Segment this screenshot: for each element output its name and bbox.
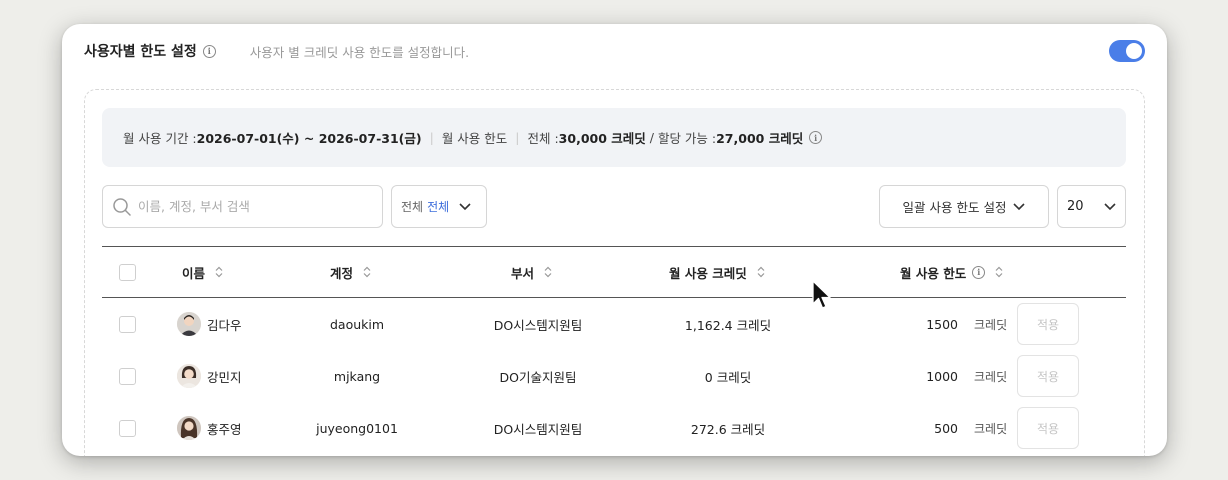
info-icon[interactable]: i [972,265,986,279]
user-credits: 0 크레딧 [704,369,752,385]
slash-separator: / [645,130,658,145]
limit-value-cell[interactable]: 1500 [898,298,958,350]
limit-unit: 크레딧 [974,317,1008,332]
search-box[interactable] [102,185,383,228]
row-select-cell [119,402,136,454]
name-cell: 홍주영 [177,402,242,454]
select-all-cell [119,247,136,297]
filter-label: 전체 [401,200,424,214]
select-all-checkbox[interactable] [119,263,136,281]
status-filter-dropdown[interactable]: 전체 전체 [391,185,487,228]
row-select-cell [119,350,136,402]
search-icon [113,197,131,216]
column-account-label: 계정 [330,265,354,281]
limit-value[interactable]: 1000 [926,369,958,384]
sort-icon[interactable] [757,266,765,278]
summary-bar: 월 사용 기간 : 2026-07-01(수) ~ 2026-07-31(금) … [102,108,1126,167]
apply-button[interactable]: 적용 [1017,303,1079,345]
limit-unit: 크레딧 [974,421,1008,436]
limit-value[interactable]: 500 [934,421,958,436]
row-checkbox[interactable] [119,315,136,333]
limit-label: 월 사용 한도 [441,131,508,146]
user-limit-card: 사용자별 한도 설정 i 사용자 별 크레딧 사용 한도를 설정합니다. 월 사… [62,24,1167,456]
page-size-select[interactable]: 20 [1057,185,1126,228]
section-description: 사용자 별 크레딧 사용 한도를 설정합니다. [249,44,470,60]
column-name-label: 이름 [182,265,206,281]
column-monthly-limit-label: 월 사용 한도 [900,265,967,281]
table-row: 김다우 daoukim DO시스템지원팀 1,162.4 크레딧 1500 크레… [102,298,1126,350]
user-department: DO시스템지원팀 [493,317,583,333]
column-account[interactable]: 계정 [330,247,371,297]
user-account: juyeong0101 [316,420,398,436]
column-department[interactable]: 부서 [511,247,552,297]
filter-value: 전체 [427,200,450,214]
user-name: 강민지 [207,369,242,385]
limit-value-cell[interactable]: 1000 [898,350,958,402]
total-label: 전체 : [527,131,559,146]
mouse-cursor-icon [812,280,831,309]
limit-unit-cell: 크레딧 [974,298,1007,350]
search-input[interactable] [138,199,358,214]
bulk-limit-label: 일괄 사용 한도 설정 [902,200,1007,215]
user-name: 김다우 [207,317,242,333]
avatar [177,312,201,336]
table-row: 홍주영 juyeong0101 DO시스템지원팀 272.6 크레딧 500 크… [102,402,1126,454]
user-account: mjkang [333,368,381,384]
assignable-label: 할당 가능 : [657,131,717,146]
row-checkbox[interactable] [119,419,136,437]
name-cell: 강민지 [177,350,242,402]
sort-icon[interactable] [544,266,552,278]
info-icon[interactable]: i [809,131,823,144]
toggle-knob [1126,43,1142,59]
period-label: 월 사용 기간 : [123,131,197,146]
user-credits: 1,162.4 크레딧 [684,317,772,333]
table-header: 이름 계정 부서 월 사용 크레딧 월 사용 한도 i [102,246,1126,298]
user-credits: 272.6 크레딧 [690,421,766,437]
column-name[interactable]: 이름 [182,247,223,297]
limit-toggle[interactable] [1109,40,1145,62]
table-row: 강민지 mjkang DO기술지원팀 0 크레딧 1000 크레딧 적용 [102,350,1126,402]
period-value: 2026-07-01(수) ~ 2026-07-31(금) [196,131,422,146]
limit-unit-cell: 크레딧 [974,350,1007,402]
avatar [177,364,201,388]
limit-unit: 크레딧 [974,369,1008,384]
limit-value-cell[interactable]: 500 [898,402,958,454]
user-name: 홍주영 [207,421,242,437]
total-value: 30,000 크레딧 [558,131,646,146]
apply-button[interactable]: 적용 [1017,355,1079,397]
column-monthly-credits[interactable]: 월 사용 크레딧 [669,247,765,297]
row-select-cell [119,298,136,350]
column-department-label: 부서 [511,265,535,281]
section-header: 사용자별 한도 설정 i 사용자 별 크레딧 사용 한도를 설정합니다. [84,40,469,62]
limit-value[interactable]: 1500 [926,317,958,332]
chevron-down-icon [1013,202,1026,210]
avatar [177,416,201,440]
name-cell: 김다우 [177,298,242,350]
column-monthly-limit[interactable]: 월 사용 한도 i [900,247,1003,297]
page-size-value: 20 [1067,199,1084,214]
user-department: DO시스템지원팀 [493,421,583,437]
divider: | [515,130,520,145]
user-department: DO기술지원팀 [499,369,577,385]
apply-button[interactable]: 적용 [1017,407,1079,449]
sort-icon[interactable] [363,266,371,278]
assignable-value: 27,000 크레딧 [716,131,804,146]
divider: | [429,130,434,145]
sort-icon[interactable] [995,266,1003,278]
info-icon[interactable]: i [202,44,216,58]
chevron-down-icon [459,202,471,210]
section-title: 사용자별 한도 설정 [84,44,197,60]
chevron-down-icon [1103,202,1116,210]
user-account: daoukim [329,316,385,332]
row-checkbox[interactable] [119,367,136,385]
bulk-limit-button[interactable]: 일괄 사용 한도 설정 [879,185,1049,228]
limit-unit-cell: 크레딧 [974,402,1007,454]
sort-icon[interactable] [215,266,223,278]
column-monthly-credits-label: 월 사용 크레딧 [669,265,747,281]
